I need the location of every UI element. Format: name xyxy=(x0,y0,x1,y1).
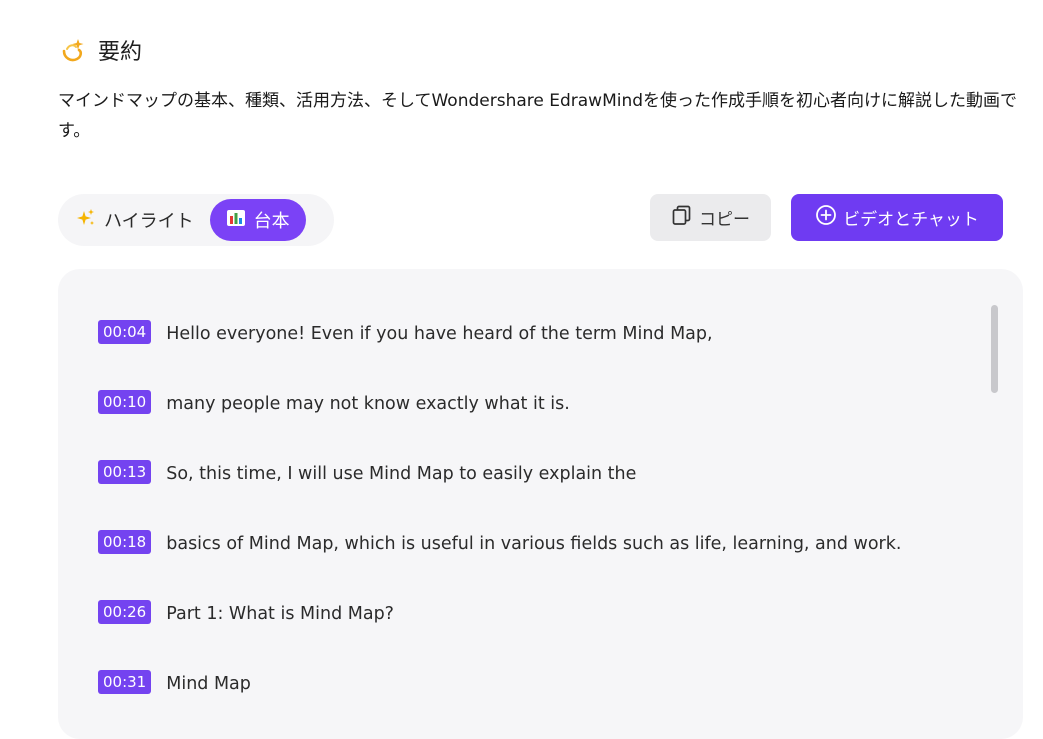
video-chat-button-label: ビデオとチャット xyxy=(843,210,979,230)
transcript-text: many people may not know exactly what it… xyxy=(166,394,570,414)
plus-circle-icon xyxy=(815,204,837,231)
transcript-text: So, this time, I will use Mind Map to ea… xyxy=(166,464,637,484)
tab-highlight[interactable]: ハイライト xyxy=(76,199,208,241)
timestamp-link[interactable]: 00:18 xyxy=(98,530,152,554)
transcript-line: 00:31 Mind Map xyxy=(98,649,983,719)
transcript-text: Part 1: What is Mind Map? xyxy=(166,604,394,624)
transcript-line: 00:13 So, this time, I will use Mind Map… xyxy=(98,439,983,509)
sparkles-icon xyxy=(76,208,96,233)
bar-chart-icon xyxy=(226,208,246,233)
transcript-list: 00:04 Hello everyone! Even if you have h… xyxy=(98,320,983,739)
video-chat-button[interactable]: ビデオとチャット xyxy=(791,194,1003,241)
timestamp-link[interactable]: 00:26 xyxy=(98,600,152,624)
summary-header: 要約 xyxy=(60,34,142,66)
summary-title: 要約 xyxy=(98,40,143,65)
timestamp-link[interactable]: 00:04 xyxy=(98,320,152,344)
transcript-line: 00:26 Part 1: What is Mind Map? xyxy=(98,579,983,649)
timestamp-link[interactable]: 00:31 xyxy=(98,670,152,694)
transcript-line: 00:10 many people may not know exactly w… xyxy=(98,369,983,439)
transcript-scrollbar[interactable] xyxy=(991,305,998,393)
transcript-line: 00:18 basics of Mind Map, which is usefu… xyxy=(98,509,983,579)
timestamp-link[interactable]: 00:13 xyxy=(98,460,152,484)
transcript-panel[interactable]: 00:04 Hello everyone! Even if you have h… xyxy=(58,269,1023,739)
tab-highlight-label: ハイライト xyxy=(104,211,194,232)
transcript-text: Hello everyone! Even if you have heard o… xyxy=(166,324,713,344)
summary-text: マインドマップの基本、種類、活用方法、そしてWondershare EdrawM… xyxy=(58,91,1018,141)
copy-icon xyxy=(671,204,693,231)
copy-button[interactable]: コピー xyxy=(650,194,771,241)
view-tab-group: ハイライト 台本 xyxy=(58,194,334,246)
copy-button-label: コピー xyxy=(699,210,750,230)
transcript-line: 00:04 Hello everyone! Even if you have h… xyxy=(98,299,983,369)
tab-script[interactable]: 台本 xyxy=(209,199,306,241)
tab-script-label: 台本 xyxy=(253,211,290,232)
transcript-text: basics of Mind Map, which is useful in v… xyxy=(166,534,902,554)
transcript-text: Mind Map xyxy=(166,674,251,694)
sparkle-comet-icon xyxy=(60,36,88,64)
timestamp-link[interactable]: 00:10 xyxy=(98,390,152,414)
